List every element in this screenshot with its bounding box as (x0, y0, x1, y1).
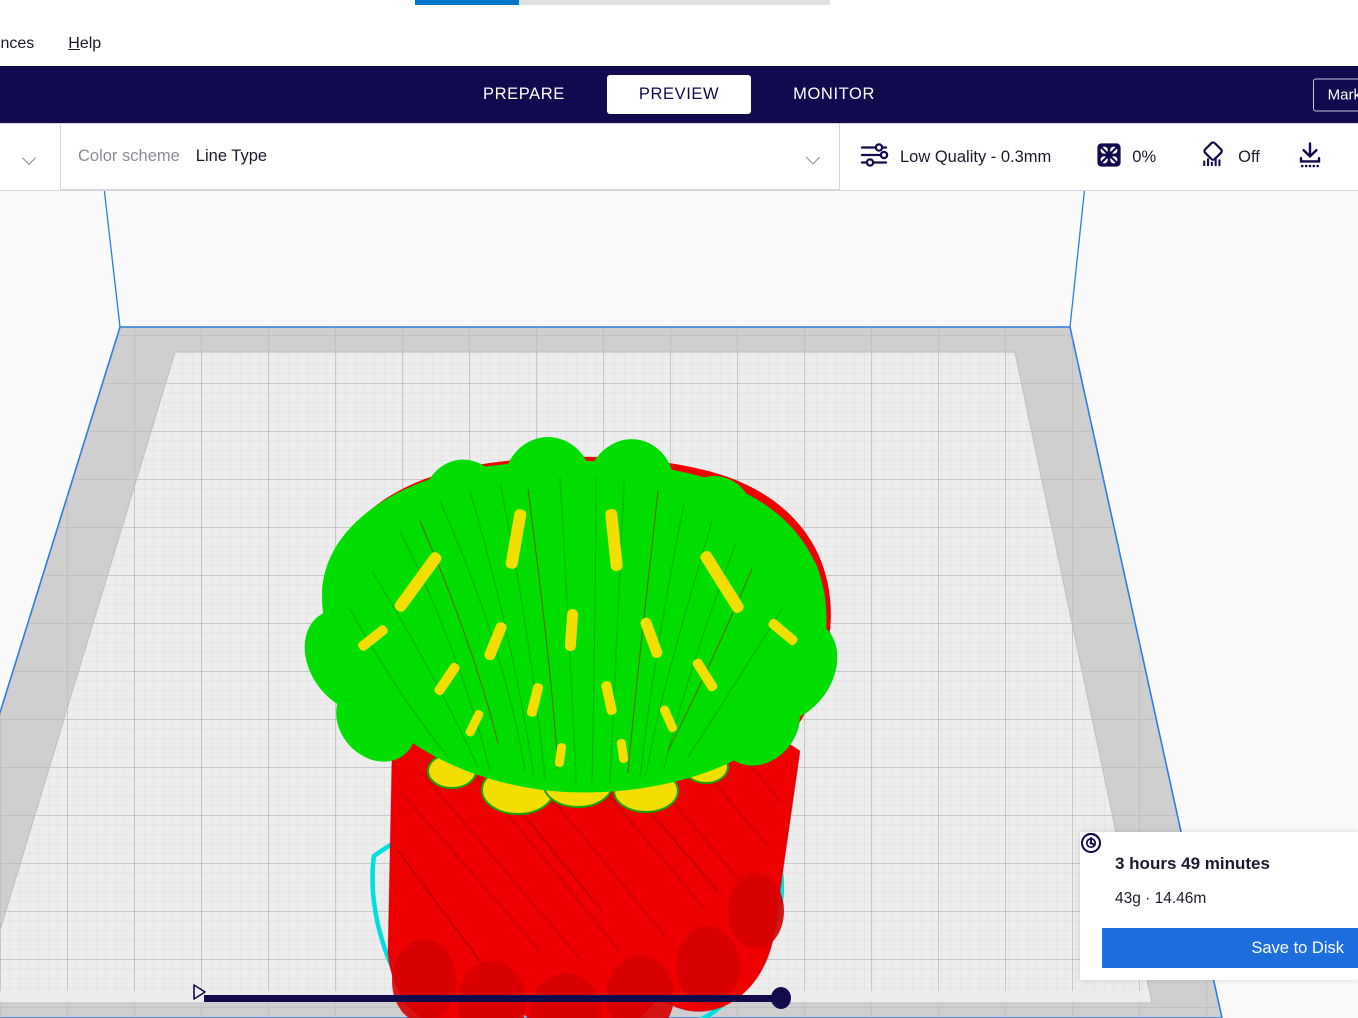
support-value: Off (1238, 148, 1260, 167)
main-navigation-bar: PREPARE PREVIEW MONITOR Mark (0, 66, 1358, 123)
tab-prepare-label: PREPARE (483, 85, 565, 103)
support-button[interactable]: Off (1198, 141, 1260, 174)
material-usage-value: 43g · 14.46m (1115, 890, 1206, 908)
sliders-icon (860, 142, 890, 173)
build-plate-adhesion-button[interactable] (1295, 141, 1325, 174)
color-scheme-value: Line Type (196, 147, 267, 166)
infill-grid-icon (1096, 142, 1122, 173)
preview-settings-toolbar: Color scheme Line Type (0, 123, 1358, 191)
print-info-card: 3 hours 49 minutes 43g · 14.46m Save to … (1080, 832, 1358, 980)
quality-profile-value: Low Quality - 0.3mm (900, 148, 1051, 167)
simulation-playback-bar (192, 983, 782, 1013)
cura-application-window: eferences Help PREPARE PREVIEW MONITOR M… (0, 0, 1358, 1018)
stage-tabs: PREPARE PREVIEW MONITOR (451, 75, 907, 114)
menu-item-preferences[interactable]: eferences (0, 32, 36, 56)
3d-viewport[interactable]: 3 hours 49 minutes 43g · 14.46m Save to … (0, 191, 1358, 1018)
material-usage-row: 43g · 14.46m (1080, 890, 1358, 908)
application-menu-bar: eferences Help (0, 22, 1358, 66)
tab-monitor-label: MONITOR (793, 85, 875, 103)
save-to-disk-label: Save to Disk (1251, 939, 1344, 958)
marketplace-button-label: Mark (1328, 86, 1358, 103)
top-progress-fill (415, 0, 519, 5)
color-scheme-label: Color scheme (78, 147, 180, 166)
top-progress-bar (415, 0, 830, 5)
build-plate-adhesion-icon (1295, 141, 1325, 174)
tab-preview[interactable]: PREVIEW (607, 75, 751, 114)
menu-item-help-label: elp (80, 35, 101, 52)
print-settings-summary: Low Quality - 0.3mm (840, 123, 1358, 190)
menu-item-help[interactable]: Help (66, 32, 103, 56)
save-to-disk-button[interactable]: Save to Disk (1102, 928, 1358, 968)
color-scheme-dropdown[interactable]: Color scheme Line Type (61, 123, 840, 190)
print-time-row: 3 hours 49 minutes (1080, 854, 1358, 874)
layer-path-slider-handle[interactable] (771, 987, 791, 1009)
tab-monitor[interactable]: MONITOR (761, 75, 907, 114)
infill-value: 0% (1132, 148, 1156, 167)
navbar-right-actions: Mark (1313, 78, 1358, 111)
print-time-value: 3 hours 49 minutes (1115, 854, 1270, 874)
menu-item-preferences-label: eferences (0, 35, 34, 52)
chevron-down-icon (23, 153, 37, 162)
tab-preview-label: PREVIEW (639, 85, 719, 103)
support-blocker-icon (1198, 141, 1228, 174)
marketplace-button[interactable]: Mark (1313, 78, 1358, 111)
chevron-down-icon (807, 152, 821, 161)
extruder-selector-button[interactable] (0, 123, 61, 190)
infill-button[interactable]: 0% (1096, 142, 1156, 173)
layer-path-slider[interactable] (204, 995, 782, 1002)
quality-profile-button[interactable]: Low Quality - 0.3mm (860, 142, 1051, 173)
menu-item-help-mnemonic: H (68, 35, 80, 52)
tab-prepare[interactable]: PREPARE (451, 75, 597, 114)
